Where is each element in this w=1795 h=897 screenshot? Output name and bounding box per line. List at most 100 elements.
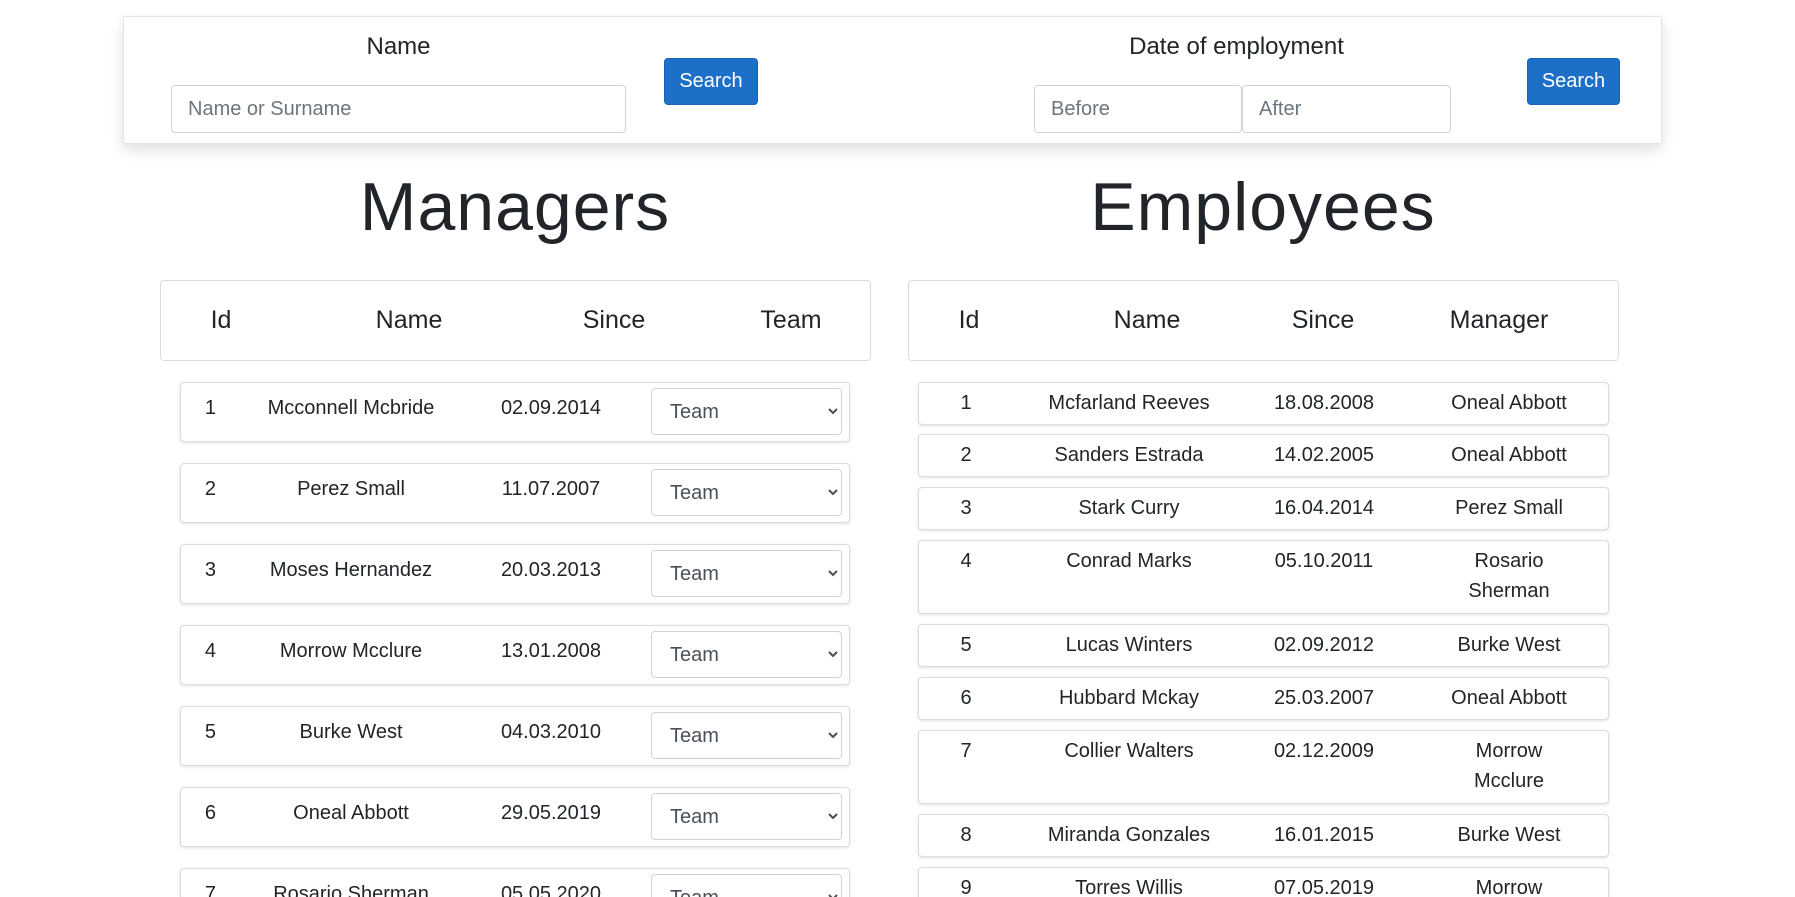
name-search-button[interactable]: Search (664, 58, 758, 105)
employee-id: 6 (960, 687, 972, 709)
managers-header-name: Name (375, 306, 443, 334)
employees-header-name: Name (1113, 306, 1181, 334)
date-of-employment-label: Date of employment (1129, 33, 1344, 60)
manager-name: Burke West (299, 721, 403, 743)
employee-row-2: 2 Sanders Estrada 14.02.2005 Oneal Abbot… (918, 434, 1609, 477)
manager-id: 5 (204, 721, 216, 743)
manager-team-select[interactable]: Team (651, 712, 842, 759)
search-panel: Name Search Date of employment Search (123, 16, 1662, 144)
employee-id: 7 (960, 740, 972, 762)
manager-id: 2 (204, 478, 216, 500)
employee-manager: Burke West (1457, 824, 1561, 846)
manager-since: 02.09.2014 (500, 397, 602, 419)
employee-id: 4 (960, 550, 972, 572)
manager-team-select[interactable]: Team (651, 874, 842, 897)
managers-header-team: Team (760, 306, 822, 334)
employee-since: 16.01.2015 (1273, 824, 1375, 846)
employee-since: 25.03.2007 (1273, 687, 1375, 709)
manager-name: Perez Small (297, 478, 405, 500)
managers-header-since: Since (582, 306, 646, 334)
employee-since: 05.10.2011 (1274, 550, 1374, 572)
manager-team-select[interactable]: Team (651, 469, 842, 516)
manager-since: 13.01.2008 (500, 640, 602, 662)
employee-id: 9 (960, 877, 972, 897)
employee-manager: Rosario Sherman (1468, 550, 1550, 602)
employee-row-7: 7 Collier Walters 02.12.2009 Morrow Mccl… (918, 730, 1609, 804)
employees-header-since: Since (1291, 306, 1355, 334)
employees-title: Employees (1090, 169, 1436, 245)
employees-header-manager: Manager (1449, 306, 1549, 334)
employee-name: Torres Willis (1075, 877, 1183, 897)
employee-since: 02.09.2012 (1273, 634, 1375, 656)
employee-name: Hubbard Mckay (1058, 687, 1200, 709)
managers-header-id: Id (210, 306, 232, 334)
manager-name: Moses Hernandez (269, 559, 433, 581)
manager-name: Rosario Sherman (273, 883, 429, 897)
manager-row-2: 2 Perez Small 11.07.2007 Team (180, 463, 850, 523)
employee-name: Mcfarland Reeves (1048, 392, 1210, 414)
employee-row-5: 5 Lucas Winters 02.09.2012 Burke West (918, 624, 1609, 667)
manager-since: 05.05.2020 (500, 883, 602, 897)
employee-manager: Perez Small (1455, 497, 1563, 519)
name-search-label: Name (366, 33, 431, 60)
employee-manager: Morrow (1475, 877, 1543, 897)
employee-row-1: 1 Mcfarland Reeves 18.08.2008 Oneal Abbo… (918, 382, 1609, 425)
manager-since: 11.07.2007 (501, 478, 601, 500)
manager-team-select[interactable]: Team (651, 793, 842, 840)
employees-header: Id Name Since Manager (908, 280, 1619, 361)
manager-row-4: 4 Morrow Mcclure 13.01.2008 Team (180, 625, 850, 685)
employee-manager: Oneal Abbott (1451, 392, 1567, 414)
manager-row-3: 3 Moses Hernandez 20.03.2013 Team (180, 544, 850, 604)
employee-since: 16.04.2014 (1273, 497, 1375, 519)
managers-header: Id Name Since Team (160, 280, 871, 361)
manager-row-6: 6 Oneal Abbott 29.05.2019 Team (180, 787, 850, 847)
employee-name: Sanders Estrada (1054, 444, 1204, 466)
managers-title: Managers (359, 169, 671, 245)
employee-id: 2 (960, 444, 972, 466)
employee-manager: Morrow Mcclure (1473, 740, 1544, 792)
employee-name: Stark Curry (1078, 497, 1180, 519)
employee-since: 02.12.2009 (1273, 740, 1375, 762)
employee-manager: Oneal Abbott (1451, 687, 1567, 709)
manager-since: 20.03.2013 (500, 559, 602, 581)
date-before-input[interactable] (1034, 85, 1242, 133)
manager-name: Oneal Abbott (293, 802, 409, 824)
employee-name: Lucas Winters (1065, 634, 1193, 656)
employees-header-id: Id (958, 306, 980, 334)
employee-row-3: 3 Stark Curry 16.04.2014 Perez Small (918, 487, 1609, 530)
name-search-input[interactable] (171, 85, 626, 133)
manager-team-select[interactable]: Team (651, 550, 842, 597)
employee-name: Conrad Marks (1066, 550, 1192, 572)
employee-name: Collier Walters (1064, 740, 1194, 762)
date-search-button[interactable]: Search (1527, 58, 1620, 105)
employee-id: 8 (960, 824, 972, 846)
employee-manager: Oneal Abbott (1451, 444, 1567, 466)
manager-row-7: 7 Rosario Sherman 05.05.2020 Team (180, 868, 850, 897)
manager-id: 1 (204, 397, 216, 419)
manager-team-select[interactable]: Team (651, 631, 842, 678)
manager-since: 29.05.2019 (500, 802, 602, 824)
manager-name: Morrow Mcclure (279, 640, 423, 662)
employee-since: 18.08.2008 (1273, 392, 1375, 414)
manager-id: 4 (204, 640, 216, 662)
employee-since: 14.02.2005 (1273, 444, 1375, 466)
employee-row-9: 9 Torres Willis 07.05.2019 Morrow (918, 867, 1609, 897)
employee-name: Miranda Gonzales (1047, 824, 1211, 846)
employee-row-6: 6 Hubbard Mckay 25.03.2007 Oneal Abbott (918, 677, 1609, 720)
employee-manager: Burke West (1457, 634, 1561, 656)
manager-since: 04.03.2010 (500, 721, 602, 743)
manager-id: 7 (204, 883, 216, 897)
employee-id: 1 (960, 392, 972, 414)
employee-id: 3 (960, 497, 972, 519)
employee-since: 07.05.2019 (1273, 877, 1375, 897)
employee-row-8: 8 Miranda Gonzales 16.01.2015 Burke West (918, 814, 1609, 857)
manager-id: 3 (204, 559, 216, 581)
manager-id: 6 (204, 802, 216, 824)
date-after-input[interactable] (1242, 85, 1451, 133)
employee-row-4: 4 Conrad Marks 05.10.2011 Rosario Sherma… (918, 540, 1609, 614)
manager-row-5: 5 Burke West 04.03.2010 Team (180, 706, 850, 766)
manager-row-1: 1 Mcconnell Mcbride 02.09.2014 Team (180, 382, 850, 442)
manager-name: Mcconnell Mcbride (267, 397, 435, 419)
employee-id: 5 (960, 634, 972, 656)
manager-team-select[interactable]: Team (651, 388, 842, 435)
